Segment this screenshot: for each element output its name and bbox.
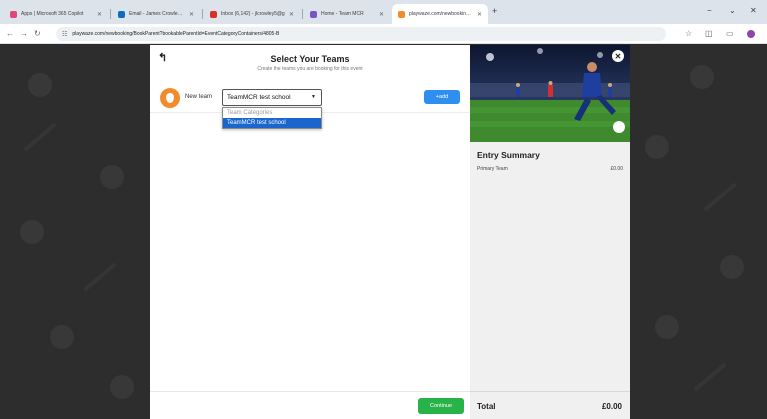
team-select-value: TeamMCR test school: [227, 94, 291, 101]
football-pattern-icon: [720, 255, 744, 279]
pattern-stripe: [23, 122, 57, 152]
browser-tab-copilot[interactable]: Apps | Microsoft 365 Copilot ✕: [4, 4, 108, 24]
tab-close-icon[interactable]: ✕: [189, 11, 194, 18]
total-label: Total: [477, 402, 496, 411]
main-footer: Continue: [150, 391, 470, 419]
minimize-button[interactable]: −: [707, 6, 712, 15]
team-location-icon: [160, 88, 180, 108]
pattern-stripe: [703, 182, 737, 212]
tab-title: Home - Team MCR: [321, 11, 364, 17]
tab-separator: [110, 9, 111, 19]
football-pattern-icon: [645, 135, 669, 159]
address-text: playwaze.com/newbooking/BookParent?booka…: [72, 31, 280, 37]
outlook-favicon-icon: [118, 10, 125, 18]
team-select[interactable]: TeamMCR test school ▼: [222, 89, 322, 106]
profile-avatar[interactable]: [747, 30, 755, 38]
team-dropdown-list: Team Categories TeamMCR test school: [222, 107, 322, 129]
playwaze-favicon-icon: [398, 10, 405, 18]
tab-separator: [302, 9, 303, 19]
entry-summary-title: Entry Summary: [477, 150, 540, 160]
football-pattern-icon: [50, 325, 74, 349]
tab-close-icon[interactable]: ✕: [379, 11, 384, 18]
site-settings-icon[interactable]: ☷: [62, 31, 67, 38]
browser-tab-playwaze[interactable]: playwaze.com/newbooking/Bo ✕: [392, 4, 488, 24]
pattern-stripe: [693, 362, 727, 392]
teams-favicon-icon: [310, 10, 317, 18]
browser-tab-outlook[interactable]: Email - James Crowley - Outlo ✕: [112, 4, 200, 24]
total-amount: £0.00: [601, 402, 622, 411]
copilot-favicon-icon: [10, 10, 17, 18]
browser-tab-teammcr[interactable]: Home - Team MCR ✕: [304, 4, 390, 24]
background-pattern-left: [0, 45, 150, 419]
stadium-scene-image: [470, 45, 630, 142]
pattern-stripe: [83, 262, 117, 292]
tab-title: playwaze.com/newbooking/Bo: [409, 11, 473, 17]
football-hero-image: ✕: [470, 45, 630, 142]
browser-tab-gmail[interactable]: Inbox (6,142) - jlcrowley5@g ✕: [204, 4, 300, 24]
add-team-button[interactable]: +add: [424, 90, 460, 104]
tab-title: Inbox (6,142) - jlcrowley5@g: [221, 11, 285, 17]
browser-tab-strip: Apps | Microsoft 365 Copilot ✕ Email - J…: [0, 0, 767, 24]
continue-button[interactable]: Continue: [418, 398, 464, 414]
football-pattern-icon: [20, 220, 44, 244]
page-subtitle: Create the teams you are booking for thi…: [257, 66, 363, 72]
restore-button[interactable]: ⌄: [729, 6, 736, 15]
address-bar[interactable]: ☷ playwaze.com/newbooking/BookParent?boo…: [56, 27, 666, 41]
tab-title: Apps | Microsoft 365 Copilot: [21, 11, 84, 17]
back-icon[interactable]: ←: [6, 29, 14, 38]
summary-row-label: Primary Team: [477, 166, 508, 172]
extensions-icon[interactable]: ◫: [705, 29, 713, 38]
entry-summary-panel: ✕ Entry Summary Primary Team £0.00 Total…: [470, 45, 630, 419]
football-pattern-icon: [100, 165, 124, 189]
football-pattern-icon: [110, 375, 134, 399]
dropdown-option-teammcr-test-school[interactable]: TeamMCR test school: [223, 118, 321, 128]
summary-row-amount: £0.00: [610, 166, 623, 172]
gmail-favicon-icon: [210, 10, 217, 18]
chevron-down-icon: ▼: [311, 94, 316, 100]
new-tab-button[interactable]: +: [492, 6, 497, 16]
tab-title: Email - James Crowley - Outlo: [129, 11, 185, 17]
dropdown-option-team-categories[interactable]: Team Categories: [223, 108, 321, 118]
forward-icon[interactable]: →: [20, 29, 28, 38]
page-title: Select Your Teams: [270, 54, 350, 64]
close-summary-button[interactable]: ✕: [612, 50, 624, 62]
tab-close-icon[interactable]: ✕: [477, 11, 482, 18]
background-pattern-right: [630, 45, 767, 419]
browser-toolbar: ← → ↻ ☷ playwaze.com/newbooking/BookPare…: [0, 24, 767, 44]
summary-row-primary-team: Primary Team £0.00: [477, 166, 623, 172]
tab-separator: [202, 9, 203, 19]
football-pattern-icon: [690, 65, 714, 89]
team-selection-panel: ↰ Select Your Teams Create the teams you…: [150, 45, 470, 419]
football-pattern-icon: [28, 73, 52, 97]
football-pattern-icon: [655, 315, 679, 339]
reload-icon[interactable]: ↻: [34, 29, 41, 38]
tab-close-icon[interactable]: ✕: [97, 11, 102, 18]
new-team-label: New team: [185, 94, 213, 100]
window-close-button[interactable]: ✕: [750, 6, 757, 15]
tab-close-icon[interactable]: ✕: [289, 11, 294, 18]
bookmark-star-icon[interactable]: ☆: [685, 29, 692, 38]
sidebar-icon[interactable]: ▭: [726, 29, 734, 38]
summary-footer: Total £0.00: [470, 391, 630, 419]
